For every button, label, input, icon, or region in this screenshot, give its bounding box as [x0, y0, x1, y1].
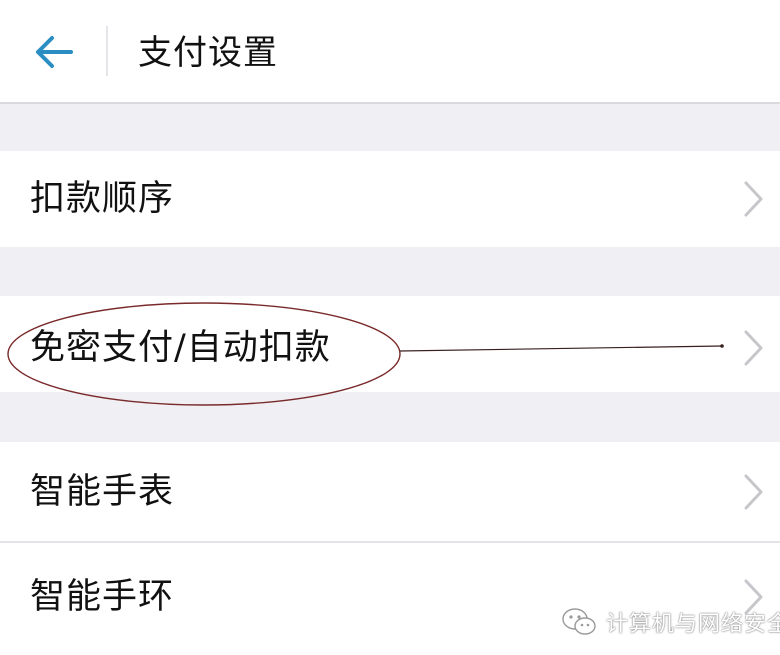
- settings-item-passwordless-payment[interactable]: 免密支付/自动扣款: [0, 296, 780, 392]
- chevron-right-icon: [744, 330, 763, 366]
- header-divider: [106, 26, 108, 76]
- settings-item-deduction-order[interactable]: 扣款顺序: [0, 151, 780, 247]
- chevron-right-icon: [744, 474, 763, 510]
- page-title: 支付设置: [138, 33, 278, 73]
- settings-item-label: 智能手环: [30, 577, 175, 617]
- back-arrow-icon: [36, 36, 73, 68]
- chevron-right-icon: [744, 181, 763, 217]
- settings-item-label: 智能手表: [30, 472, 175, 512]
- watermark: 计算机与网络安全: [560, 603, 780, 641]
- top-app-bar: 支付设置: [0, 0, 780, 104]
- settings-item-label: 免密支付/自动扣款: [30, 328, 331, 368]
- back-button[interactable]: [22, 26, 86, 78]
- watermark-text: 计算机与网络安全: [606, 612, 780, 637]
- wechat-icon: [562, 608, 596, 635]
- settings-item-smart-watch[interactable]: 智能手表: [0, 442, 780, 541]
- settings-item-label: 扣款顺序: [30, 179, 175, 219]
